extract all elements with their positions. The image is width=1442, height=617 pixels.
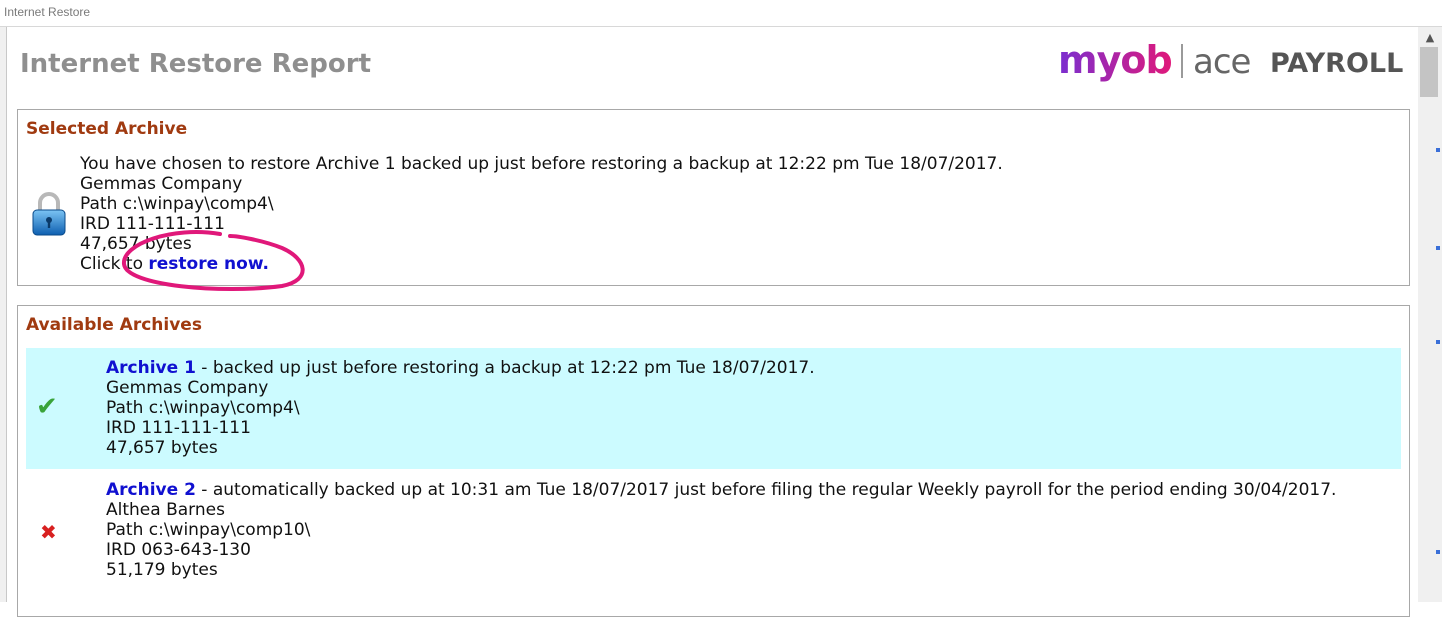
archive-2-size: 51,179 bytes bbox=[106, 560, 218, 580]
myob-logo-mark: myob bbox=[1058, 40, 1173, 82]
archive-1-title-line: Archive 1 - backed up just before restor… bbox=[106, 358, 815, 378]
archive-2-path: Path c:\winpay\comp10\ bbox=[106, 520, 311, 540]
archive-2-title-line: Archive 2 - automatically backed up at 1… bbox=[106, 480, 1336, 500]
archive-1-path: Path c:\winpay\comp4\ bbox=[106, 398, 300, 418]
archive-2-details: Archive 2 - automatically backed up at 1… bbox=[106, 480, 1336, 580]
check-icon: ✔ bbox=[36, 392, 58, 422]
archive-1-size: 47,657 bytes bbox=[106, 438, 218, 458]
archive-row-1[interactable]: ✔ Archive 1 - backed up just before rest… bbox=[26, 348, 1401, 469]
vertical-scrollbar[interactable]: ▲ bbox=[1418, 27, 1442, 602]
archive-1-company: Gemmas Company bbox=[106, 378, 269, 398]
archive-row-2[interactable]: ✖ Archive 2 - automatically backed up at… bbox=[26, 470, 1401, 591]
page-title: Internet Restore Report bbox=[20, 49, 371, 79]
archive-2-link[interactable]: Archive 2 bbox=[106, 480, 196, 500]
archive-1-description: - backed up just before restoring a back… bbox=[195, 358, 815, 378]
cross-icon: ✖ bbox=[40, 520, 57, 544]
selected-archive-summary: You have chosen to restore Archive 1 bac… bbox=[80, 154, 1003, 174]
archive-1-ird: IRD 111-111-111 bbox=[106, 418, 251, 438]
padlock-icon bbox=[32, 192, 66, 236]
window-title: Internet Restore bbox=[4, 5, 91, 19]
annotation-circle bbox=[122, 230, 305, 291]
available-archives-panel: Available Archives ✔ Archive 1 - backed … bbox=[17, 305, 1410, 617]
archive-1-details: Archive 1 - backed up just before restor… bbox=[106, 358, 815, 458]
archive-2-company: Althea Barnes bbox=[106, 500, 225, 520]
svg-text:myob: myob bbox=[1058, 40, 1172, 82]
scroll-up-arrow-icon[interactable]: ▲ bbox=[1422, 31, 1438, 45]
edge-marker bbox=[1436, 148, 1440, 152]
logo-divider bbox=[1181, 44, 1183, 78]
selected-archive-path: Path c:\winpay\comp4\ bbox=[80, 194, 274, 214]
selected-archive-heading: Selected Archive bbox=[26, 119, 188, 139]
title-bar: Internet Restore bbox=[0, 0, 1442, 27]
edge-marker bbox=[1436, 550, 1440, 554]
archive-2-description: - automatically backed up at 10:31 am Tu… bbox=[195, 480, 1337, 500]
logo-payroll-text: PAYROLL bbox=[1270, 48, 1404, 79]
logo-ace-text: ace bbox=[1193, 42, 1251, 82]
available-archives-heading: Available Archives bbox=[26, 315, 202, 335]
edge-marker bbox=[1436, 340, 1440, 344]
selected-archive-company: Gemmas Company bbox=[80, 174, 243, 194]
edge-marker bbox=[1436, 246, 1440, 250]
archive-1-link[interactable]: Archive 1 bbox=[106, 358, 196, 378]
scroll-thumb[interactable] bbox=[1420, 47, 1438, 97]
archive-2-ird: IRD 063-643-130 bbox=[106, 540, 251, 560]
